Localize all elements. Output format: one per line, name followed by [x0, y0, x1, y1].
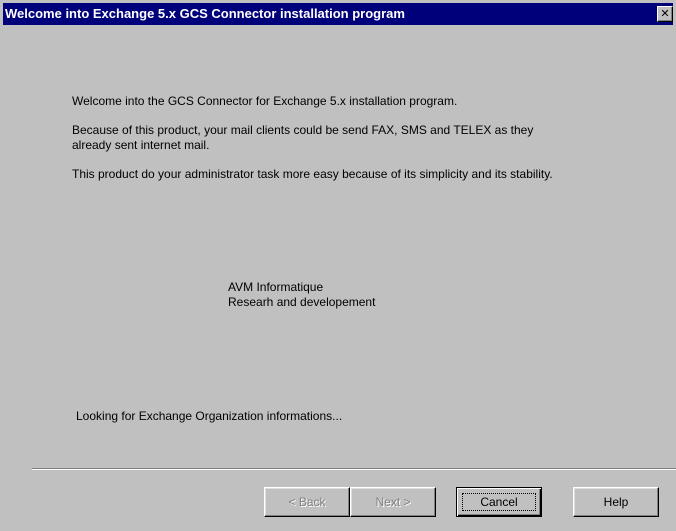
- cancel-button-label: Cancel: [480, 495, 518, 509]
- back-button-label: < Back: [288, 495, 326, 509]
- department-name: Researh and developement: [228, 295, 376, 309]
- next-button[interactable]: Next >: [350, 487, 436, 517]
- company-name: AVM Informatique: [228, 280, 324, 294]
- installer-dialog: Welcome into Exchange 5.x GCS Connector …: [0, 0, 676, 531]
- task-text: This product do your administrator task …: [72, 167, 553, 181]
- welcome-text: Welcome into the GCS Connector for Excha…: [72, 94, 458, 108]
- description-line-2: already sent internet mail.: [72, 138, 210, 152]
- cancel-button[interactable]: Cancel: [456, 487, 542, 517]
- back-button[interactable]: < Back: [264, 487, 350, 517]
- next-button-label: Next >: [375, 495, 411, 509]
- separator-highlight: [32, 469, 676, 470]
- close-icon[interactable]: ✕: [657, 6, 673, 22]
- status-text: Looking for Exchange Organization inform…: [76, 409, 343, 423]
- window-title: Welcome into Exchange 5.x GCS Connector …: [5, 6, 405, 21]
- title-bar[interactable]: Welcome into Exchange 5.x GCS Connector …: [3, 3, 673, 25]
- help-button[interactable]: Help: [573, 487, 659, 517]
- help-button-label: Help: [603, 495, 629, 509]
- description-line-1: Because of this product, your mail clien…: [72, 123, 534, 137]
